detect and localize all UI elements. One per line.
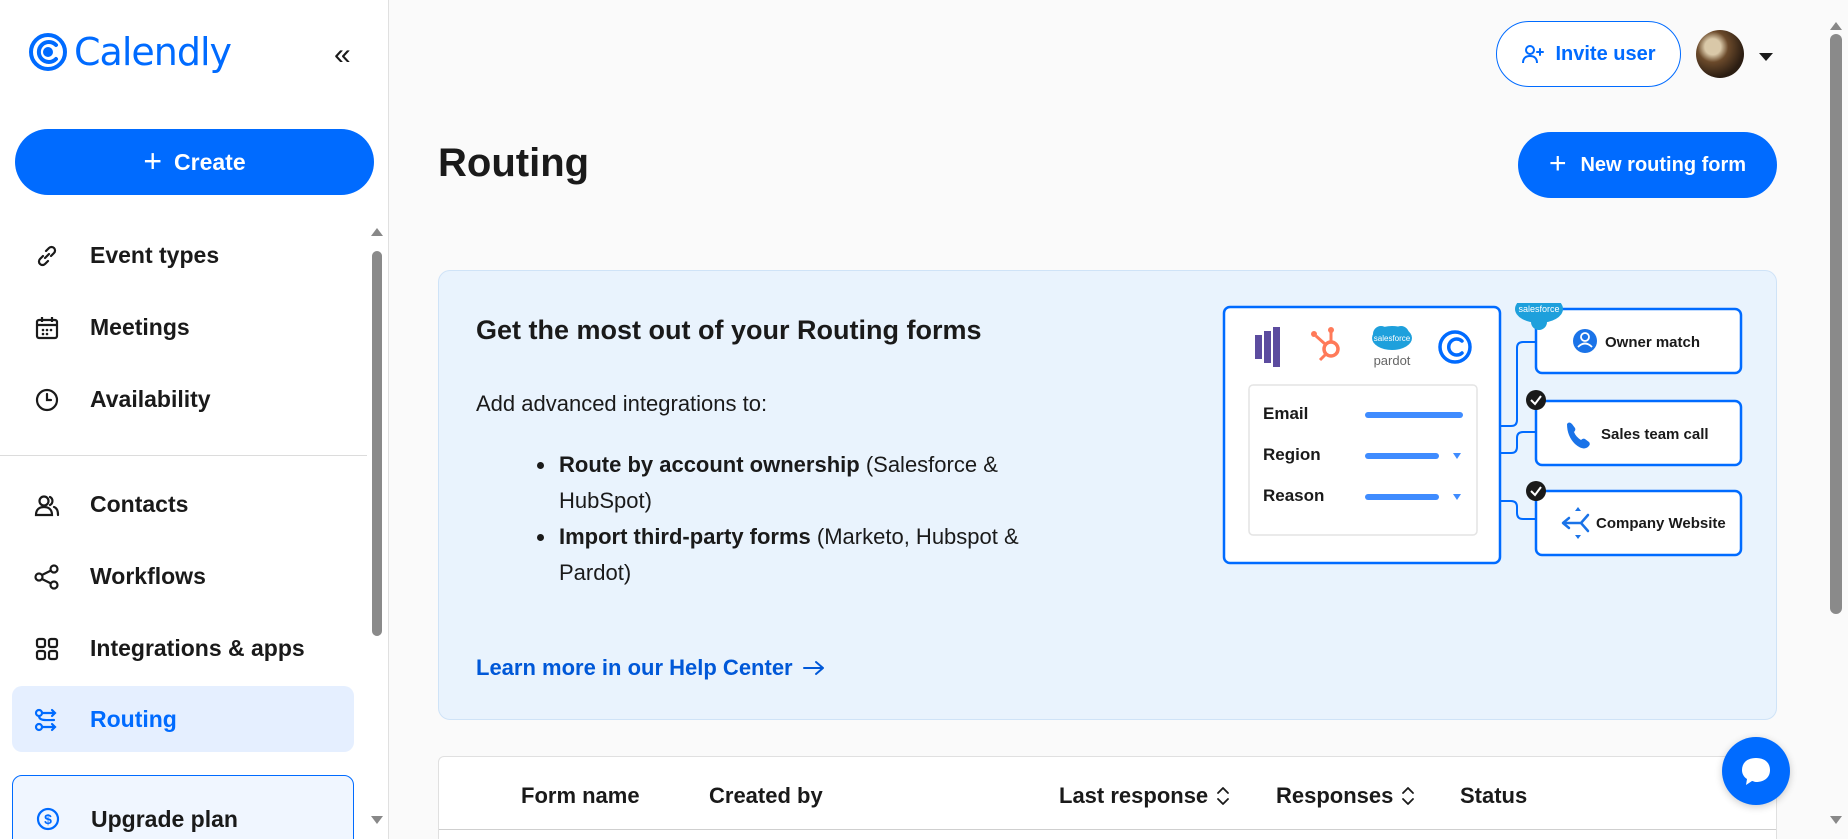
sidebar-item-label: Event types bbox=[90, 241, 220, 268]
column-header-label: Created by bbox=[709, 783, 823, 808]
dollar-icon: $ bbox=[36, 807, 60, 831]
upgrade-plan-label: Upgrade plan bbox=[91, 806, 238, 832]
add-user-icon bbox=[1522, 45, 1545, 64]
salesforce-logo-text: salesforce bbox=[1374, 334, 1411, 343]
new-routing-form-button[interactable]: + New routing form bbox=[1518, 132, 1777, 198]
invite-user-label: Invite user bbox=[1555, 42, 1656, 65]
routing-promo-card: Get the most out of your Routing forms A… bbox=[438, 270, 1777, 720]
column-header-label: Responses bbox=[1276, 783, 1394, 808]
sidebar-item-availability[interactable]: Availability bbox=[12, 366, 354, 432]
create-label: Create bbox=[174, 148, 246, 175]
promo-title: Get the most out of your Routing forms bbox=[476, 315, 982, 345]
clock-icon bbox=[35, 388, 59, 412]
sidebar-item-label: Workflows bbox=[90, 562, 206, 589]
sort-icon[interactable] bbox=[1216, 784, 1230, 808]
sidebar-item-label: Meetings bbox=[90, 313, 190, 340]
sidebar-divider bbox=[0, 455, 367, 456]
sidebar-item-event-types[interactable]: Event types bbox=[12, 222, 354, 288]
salesforce-cloud-text: salesforce bbox=[1518, 304, 1559, 314]
main-scrollbar[interactable] bbox=[1830, 34, 1842, 614]
sidebar-scrollbar[interactable] bbox=[372, 251, 382, 636]
routing-illustration: salesforce pardot Email Region Reason Ow… bbox=[1222, 303, 1743, 565]
check-icon bbox=[1526, 390, 1546, 410]
check-icon bbox=[1526, 481, 1546, 501]
page-title: Routing bbox=[438, 141, 590, 185]
plus-icon: + bbox=[1548, 146, 1567, 180]
promo-intro: Add advanced integrations to: bbox=[476, 391, 768, 416]
bullet-bold: Import third-party forms bbox=[559, 524, 811, 549]
column-header-last-response[interactable]: Last response bbox=[1059, 783, 1230, 809]
column-header-label: Form name bbox=[521, 783, 640, 808]
chat-bubble-icon bbox=[1742, 758, 1770, 785]
learn-more-label: Learn more in our Help Center bbox=[476, 655, 793, 680]
upgrade-plan-button[interactable]: $ Upgrade plan bbox=[12, 775, 354, 839]
column-header-responses[interactable]: Responses bbox=[1276, 783, 1415, 809]
chevron-down-icon[interactable] bbox=[1759, 53, 1773, 61]
grid-icon bbox=[35, 637, 59, 661]
sidebar-item-label: Routing bbox=[90, 705, 177, 732]
workflow-icon bbox=[34, 564, 59, 590]
field-label-reason: Reason bbox=[1263, 486, 1324, 505]
avatar[interactable] bbox=[1696, 30, 1744, 78]
field-bar bbox=[1365, 494, 1439, 500]
arrow-right-icon bbox=[802, 661, 824, 675]
contacts-icon bbox=[34, 495, 60, 517]
sidebar-item-label: Integrations & apps bbox=[90, 634, 305, 661]
learn-more-link[interactable]: Learn more in our Help Center bbox=[476, 655, 825, 681]
sidebar: Calendly « + Create Event types Meetings… bbox=[0, 0, 389, 839]
outcome-label: Company Website bbox=[1596, 515, 1726, 532]
sidebar-item-integrations[interactable]: Integrations & apps bbox=[12, 615, 354, 681]
plus-icon: + bbox=[143, 142, 163, 179]
outcome-label: Owner match bbox=[1605, 334, 1700, 351]
promo-bullets: Route by account ownership (Salesforce &… bbox=[537, 447, 1089, 591]
calendar-icon bbox=[35, 317, 59, 340]
scroll-up-arrow-icon[interactable] bbox=[1830, 22, 1842, 30]
scroll-up-arrow-icon[interactable] bbox=[371, 228, 383, 236]
column-header-created-by[interactable]: Created by bbox=[709, 783, 823, 809]
field-label-region: Region bbox=[1263, 445, 1321, 464]
column-header-form-name[interactable]: Form name bbox=[521, 783, 640, 809]
connector-line bbox=[1500, 341, 1536, 427]
sidebar-item-contacts[interactable]: Contacts bbox=[12, 471, 354, 537]
app-name: Calendly bbox=[74, 30, 232, 74]
create-button[interactable]: + Create bbox=[15, 129, 374, 195]
connector-line bbox=[1500, 431, 1536, 454]
connector-line bbox=[1500, 500, 1536, 520]
outcome-label: Sales team call bbox=[1601, 426, 1709, 443]
field-label-email: Email bbox=[1263, 404, 1308, 423]
scroll-down-arrow-icon[interactable] bbox=[1830, 816, 1842, 824]
sidebar-item-routing[interactable]: Routing bbox=[12, 686, 354, 752]
link-icon bbox=[37, 245, 57, 267]
svg-text:$: $ bbox=[44, 811, 52, 827]
routing-forms-table: Form name Created by Last response Respo… bbox=[438, 756, 1777, 839]
chat-support-button[interactable] bbox=[1722, 737, 1790, 805]
sort-icon[interactable] bbox=[1401, 784, 1415, 808]
routing-icon bbox=[34, 708, 57, 732]
calendly-logo[interactable]: Calendly bbox=[28, 30, 232, 74]
promo-bullet: Import third-party forms (Marketo, Hubsp… bbox=[537, 519, 1089, 591]
table-header-divider bbox=[439, 829, 1776, 830]
collapse-sidebar-icon[interactable]: « bbox=[334, 40, 351, 70]
bullet-bold: Route by account ownership bbox=[559, 452, 860, 477]
sidebar-item-meetings[interactable]: Meetings bbox=[12, 294, 354, 360]
column-header-label: Status bbox=[1460, 783, 1528, 808]
field-bar bbox=[1365, 453, 1439, 459]
sidebar-item-workflows[interactable]: Workflows bbox=[12, 543, 354, 609]
column-header-label: Last response bbox=[1059, 783, 1209, 808]
column-header-status[interactable]: Status bbox=[1460, 783, 1527, 809]
calendly-logo-icon bbox=[29, 33, 67, 71]
pardot-logo-text: pardot bbox=[1374, 353, 1411, 368]
new-routing-form-label: New routing form bbox=[1580, 153, 1747, 176]
field-bar bbox=[1365, 412, 1463, 418]
promo-bullet: Route by account ownership (Salesforce &… bbox=[537, 447, 1089, 519]
scroll-down-arrow-icon[interactable] bbox=[371, 816, 383, 824]
sidebar-item-label: Availability bbox=[90, 385, 211, 412]
invite-user-button[interactable]: Invite user bbox=[1496, 21, 1681, 87]
sidebar-item-label: Contacts bbox=[90, 490, 189, 517]
